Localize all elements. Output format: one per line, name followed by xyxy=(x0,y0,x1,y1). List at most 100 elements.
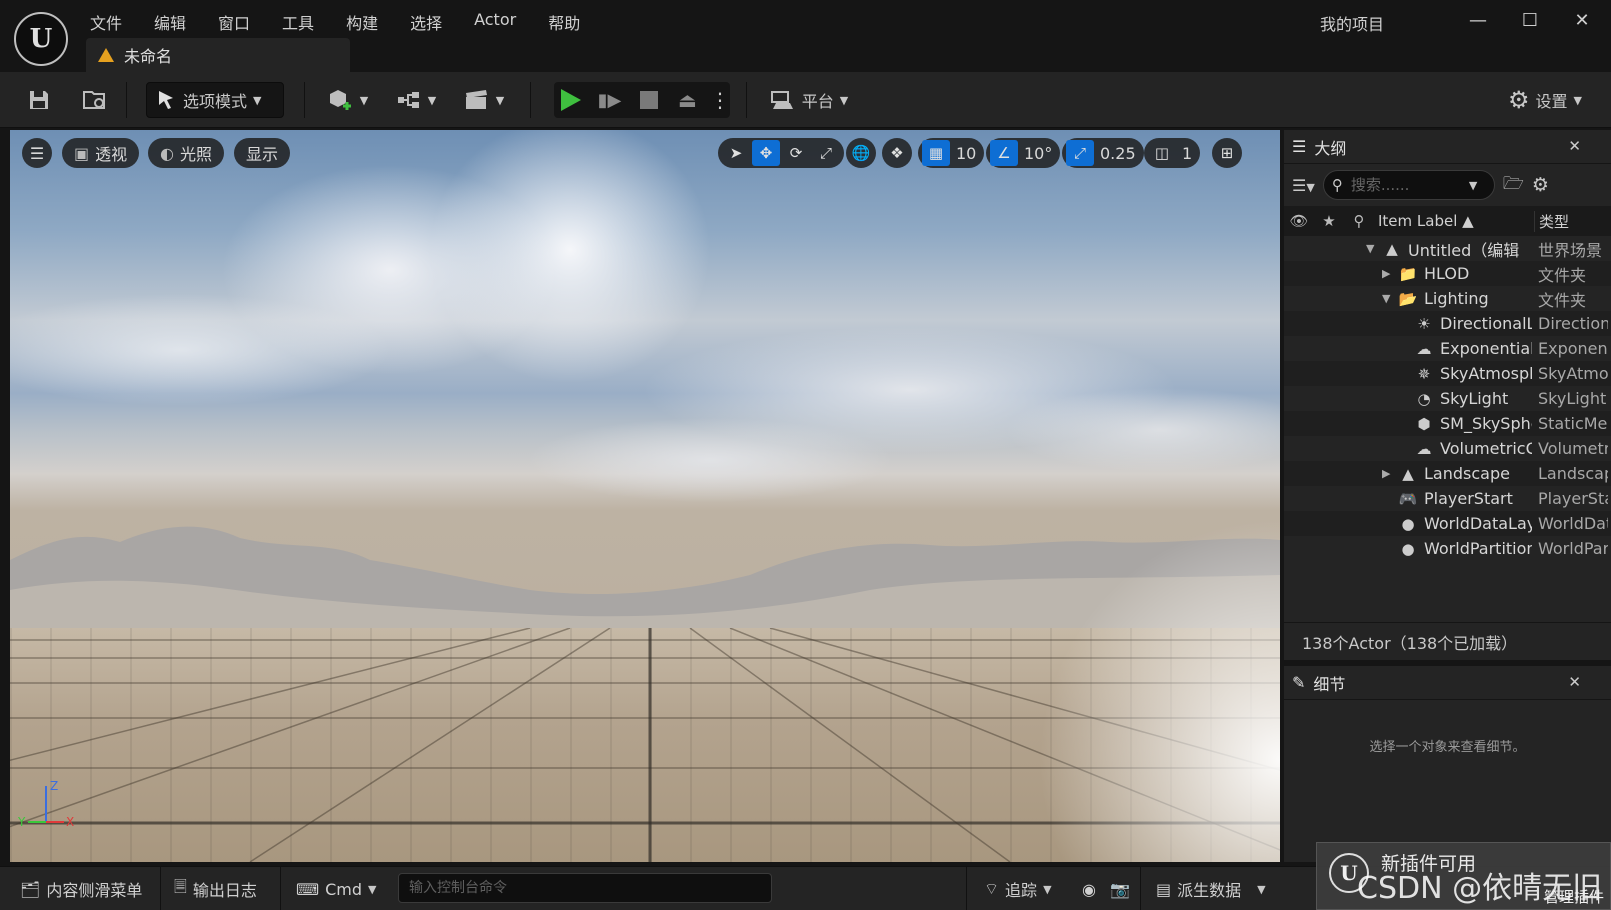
frame-advance-button[interactable]: ▮▶ xyxy=(593,90,626,111)
outliner-row[interactable]: ☀ DirectionalLight DirectionalLight xyxy=(1284,311,1611,336)
expanded-arrow-icon[interactable]: ▼ xyxy=(1382,292,1390,305)
stop-button[interactable] xyxy=(632,91,665,109)
collapsed-arrow-icon[interactable]: ▶ xyxy=(1382,267,1390,280)
derived-data-dropdown[interactable]: ▤ 派生数据 ▼ xyxy=(1156,873,1266,905)
outliner-item-label: Lighting xyxy=(1424,289,1489,308)
lit-sphere-icon: ◐ xyxy=(160,143,174,163)
selection-mode-dropdown[interactable]: 选项模式 ▼ xyxy=(146,82,284,118)
outliner-row[interactable]: ✵ SkyAtmosphere SkyAtmosphere xyxy=(1284,361,1611,386)
visibility-eye-icon[interactable]: 👁 xyxy=(1284,212,1314,230)
item-label-column[interactable]: Item Label ▲ xyxy=(1374,212,1534,230)
grid-snap-icon: ▦ xyxy=(922,140,950,166)
blueprint-button[interactable]: ▼ xyxy=(390,82,442,118)
menu-help[interactable]: 帮助 xyxy=(532,8,596,34)
outliner-row[interactable]: ▼ 📂 Lighting 文件夹 xyxy=(1284,286,1611,311)
outliner-row[interactable]: ◔ SkyLight SkyLight xyxy=(1284,386,1611,411)
document-tab[interactable]: 未命名 xyxy=(86,38,350,72)
outliner-row[interactable]: ● WorldPartitionMiniMap WorldPartitionMini… xyxy=(1284,536,1611,561)
star-icon[interactable]: ★ xyxy=(1314,212,1344,230)
console-command-input[interactable] xyxy=(398,873,772,903)
menu-tools[interactable]: 工具 xyxy=(266,8,330,34)
outliner-row[interactable]: ☁ VolumetricCloud VolumetricCloud xyxy=(1284,436,1611,461)
outliner-item-label: VolumetricCloud xyxy=(1440,439,1532,458)
details-close-icon[interactable]: ✕ xyxy=(1568,673,1581,691)
collapsed-arrow-icon[interactable]: ▶ xyxy=(1382,467,1390,480)
menu-file[interactable]: 文件 xyxy=(90,8,138,34)
level-warning-icon xyxy=(98,48,114,62)
content-drawer-button[interactable]: 🗂 内容侧滑菜单 xyxy=(20,873,142,905)
platforms-dropdown[interactable]: 平台 ▼ xyxy=(764,82,854,118)
filter-icon[interactable]: ☰▼ xyxy=(1292,176,1315,195)
menu-build[interactable]: 构建 xyxy=(330,8,394,34)
play-options-button[interactable]: ⋮ xyxy=(710,88,730,112)
camera-speed-control[interactable]: ◫ 1 xyxy=(1144,138,1201,168)
add-actor-button[interactable]: ▼ xyxy=(322,82,374,118)
outliner-item-label: Untitled（编辑 xyxy=(1408,240,1520,260)
chevron-down-icon: ▼ xyxy=(839,93,849,107)
save-button[interactable] xyxy=(22,82,56,118)
outliner-item-label: DirectionalLight xyxy=(1440,314,1532,333)
outliner-item-type: 文件夹 xyxy=(1538,290,1587,310)
settings-dropdown[interactable]: ⚙ 设置 ▼ xyxy=(1500,82,1590,118)
cinematics-button[interactable]: ▼ xyxy=(458,82,510,118)
cmd-dropdown[interactable]: ⌨ Cmd ▼ xyxy=(296,873,376,905)
outliner-row[interactable]: ▶ ▲ Landscape Landscape xyxy=(1284,461,1611,486)
eject-button[interactable]: ⏏ xyxy=(671,88,704,112)
record-button[interactable]: ◉ xyxy=(1082,873,1096,905)
new-plugins-notification[interactable]: U 新插件可用 CSDN @依晴无旧 管理插件 xyxy=(1316,842,1611,910)
show-button[interactable]: 显示 xyxy=(234,138,291,168)
rotate-tool-icon[interactable]: ⟳ xyxy=(782,140,810,166)
translate-tool-icon[interactable]: ✥ xyxy=(752,140,780,166)
viewport-layout-button[interactable]: ⊞ xyxy=(1212,138,1242,168)
eject-icon: ⏏ xyxy=(678,88,697,112)
play-button[interactable] xyxy=(554,89,587,111)
outliner-row[interactable]: ● WorldDataLayers WorldDataLayers xyxy=(1284,511,1611,536)
expanded-arrow-icon[interactable]: ▼ xyxy=(1366,242,1374,255)
outliner-search[interactable]: ⚲ ▼ xyxy=(1322,170,1495,200)
view-mode-button[interactable]: ◐ 光照 xyxy=(148,138,224,168)
chevron-down-icon[interactable]: ▼ xyxy=(1469,179,1477,192)
scale-tool-icon[interactable]: ⤢ xyxy=(812,140,840,166)
outliner-row[interactable]: ☁ ExponentialHeightFog ExponentialHeightFo… xyxy=(1284,336,1611,361)
outliner-row[interactable]: ▶ 📁 HLOD 文件夹 xyxy=(1284,261,1611,286)
trace-dropdown[interactable]: ⌔ 追踪 ▼ xyxy=(984,873,1052,905)
menu-actor[interactable]: Actor xyxy=(458,8,532,34)
add-folder-icon[interactable]: 🗁 xyxy=(1503,171,1524,200)
menu-window[interactable]: 窗口 xyxy=(202,8,266,34)
menu-edit[interactable]: 编辑 xyxy=(138,8,202,34)
menu-select[interactable]: 选择 xyxy=(394,8,458,34)
pin-icon[interactable]: ⚲ xyxy=(1344,212,1374,230)
more-vertical-icon: ⋮ xyxy=(710,88,730,112)
rotation-snap-control[interactable]: ∠ 10° xyxy=(986,138,1061,168)
world-local-toggle[interactable]: 🌐 xyxy=(846,138,876,168)
select-tool-icon[interactable]: ➤ xyxy=(722,140,750,166)
outliner-row[interactable]: ⬢ SM_SkySphere StaticMeshActor xyxy=(1284,411,1611,436)
outliner-item-label: Landscape xyxy=(1424,464,1510,483)
perspective-button[interactable]: ▣ 透视 xyxy=(62,138,140,168)
browse-content-button[interactable] xyxy=(78,82,112,118)
screenshot-button[interactable]: 📷 xyxy=(1110,873,1130,905)
pencil-icon: ✎ xyxy=(1292,673,1306,692)
surface-snap-toggle[interactable]: ❖ xyxy=(882,138,912,168)
outliner-row[interactable]: 🎮 PlayerStart PlayerStart xyxy=(1284,486,1611,511)
outliner-item-type: ExponentialHeightFog xyxy=(1538,339,1608,358)
type-column[interactable]: 类型 xyxy=(1534,210,1569,232)
gear-icon[interactable]: ⚙ xyxy=(1532,174,1549,196)
search-icon: ⚲ xyxy=(1331,176,1343,194)
grid-snap-control[interactable]: ▦ 10 xyxy=(918,138,985,168)
scale-snap-control[interactable]: ⤢ 0.25 xyxy=(1062,138,1144,168)
outliner-close-icon[interactable]: ✕ xyxy=(1568,137,1581,155)
outliner-row[interactable]: ▼ ▲ Untitled（编辑 世界场景 xyxy=(1284,236,1611,261)
outliner-search-input[interactable] xyxy=(1350,176,1461,194)
maximize-button[interactable]: ☐ xyxy=(1512,6,1548,34)
manage-plugins-link[interactable]: 管理插件 xyxy=(1544,886,1604,907)
close-window-button[interactable]: ✕ xyxy=(1564,6,1600,34)
level-viewport[interactable]: ☰ ▣ 透视 ◐ 光照 显示 ➤ ✥ ⟳ ⤢ 🌐 ❖ ▦ 10 ∠ 10° ⤢ … xyxy=(10,130,1280,862)
output-log-icon: 🗏 xyxy=(174,876,187,896)
terminal-icon: ⌨ xyxy=(296,879,320,899)
output-log-button[interactable]: 🗏 输出日志 xyxy=(174,873,257,905)
minimize-button[interactable]: — xyxy=(1460,6,1496,34)
viewport-menu-button[interactable]: ☰ xyxy=(22,138,52,168)
show-label: 显示 xyxy=(246,145,279,164)
unreal-logo-icon[interactable]: U xyxy=(14,12,68,66)
